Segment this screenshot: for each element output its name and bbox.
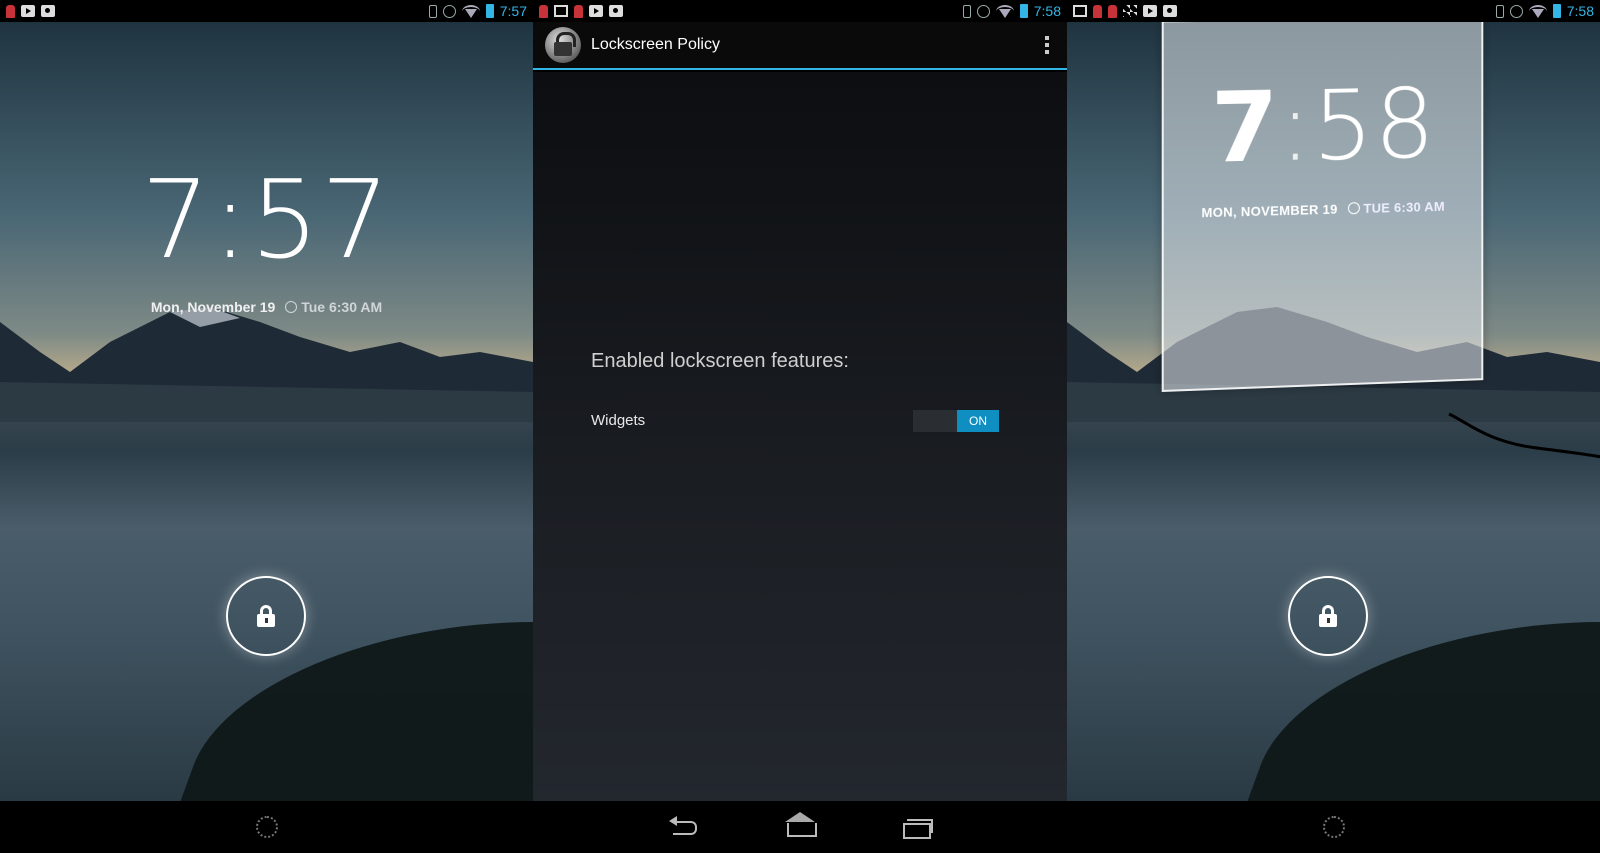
battery-icon [1019,4,1028,18]
navigation-bar [1067,801,1600,853]
wallpaper [0,22,533,802]
play-store-icon [589,5,603,17]
battery-icon [1552,4,1561,18]
foreground-hill [180,622,533,802]
unlock-button[interactable] [1288,576,1368,656]
loading-spinner-icon [255,816,278,838]
bluetooth-icon [1495,4,1504,18]
alarm-icon [442,4,456,18]
status-bar: 7:58 [533,0,1067,22]
home-icon[interactable] [785,812,817,837]
widgets-setting-label: Widgets [591,412,646,429]
alarm-icon [1509,4,1523,18]
status-bar: 7:57 [0,0,533,22]
settings-content: Enabled lockscreen features: Widgets ON [533,72,1067,802]
app-title: Lockscreen Policy [591,36,720,53]
toggle-on-label: ON [957,410,999,432]
status-time: 7:58 [1566,3,1594,19]
screens: 7:57 7:57 Mon, November 19 Tue 6:30 AM 7… [0,0,1600,853]
camera-icon [609,5,623,17]
back-icon[interactable] [669,816,699,837]
status-bar: 7:58 [1067,0,1600,22]
widget-clock: 7:58 [1164,67,1482,186]
date-text: MON, NOVEMBER 19 [1201,201,1338,221]
clock-minutes: 58 [1312,67,1436,183]
overflow-menu-icon[interactable] [1039,30,1055,60]
alarm-clock-icon [285,301,298,313]
app-lock-icon[interactable] [545,27,581,63]
unlock-button[interactable] [226,576,306,656]
navigation-bar [0,801,533,853]
section-heading: Enabled lockscreen features: [591,350,849,372]
clock-widget-card[interactable]: 7:58 MON, NOVEMBER 19 TUE 6:30 AM [1161,15,1484,392]
notification-icon [1093,4,1102,18]
alarm-info: Tue 6:30 AM [285,299,382,315]
clock-hour: 7 [1210,70,1280,185]
bluetooth-icon [962,4,971,18]
wifi-icon [1528,4,1547,18]
notification-icon [1108,4,1117,18]
status-time: 7:57 [499,3,527,19]
alarm-time: Tue 6:30 AM [301,299,383,315]
camera-icon [41,5,55,17]
dropbox-icon [1123,5,1137,17]
date-text: Mon, November 19 [150,299,276,315]
play-store-icon [1143,5,1157,17]
action-bar: Lockscreen Policy [533,22,1067,70]
status-time: 7:58 [1033,3,1061,19]
alarm-info: TUE 6:30 AM [1347,198,1445,217]
alarm-time: TUE 6:30 AM [1363,198,1445,216]
notification-icon [539,4,548,18]
camera-icon [1163,5,1177,17]
notification-icon [574,4,583,18]
drag-gesture-trail [1448,412,1600,459]
lockscreen-right: 7:58 7:58 MON, NOVEMBER 19 TUE 6:30 AM [1067,0,1600,853]
wifi-icon [995,4,1014,18]
wifi-icon [461,4,480,18]
widget-date: MON, NOVEMBER 19 TUE 6:30 AM [1164,198,1482,221]
play-store-icon [21,5,35,17]
navigation-bar [533,801,1067,853]
clock-colon: : [1279,70,1313,184]
foreground-hill [1247,622,1600,802]
lockscreen-left: 7:57 7:57 Mon, November 19 Tue 6:30 AM [0,0,533,853]
lockscreen-date: Mon, November 19 Tue 6:30 AM [0,299,533,315]
notification-icon [6,4,15,18]
padlock-icon [257,605,275,627]
lockscreen-clock: 7:57 [141,158,392,283]
padlock-icon [1319,605,1337,627]
recent-apps-icon[interactable] [901,817,933,839]
policy-app: 7:58 Lockscreen Policy Enabled lockscree… [533,0,1067,853]
battery-icon [485,4,494,18]
gallery-icon [554,5,568,17]
loading-spinner-icon [1322,816,1345,838]
widgets-toggle[interactable]: ON [913,410,999,432]
alarm-clock-icon [1347,202,1360,215]
gallery-icon [1073,5,1087,17]
bluetooth-icon [428,4,437,18]
alarm-icon [976,4,990,18]
